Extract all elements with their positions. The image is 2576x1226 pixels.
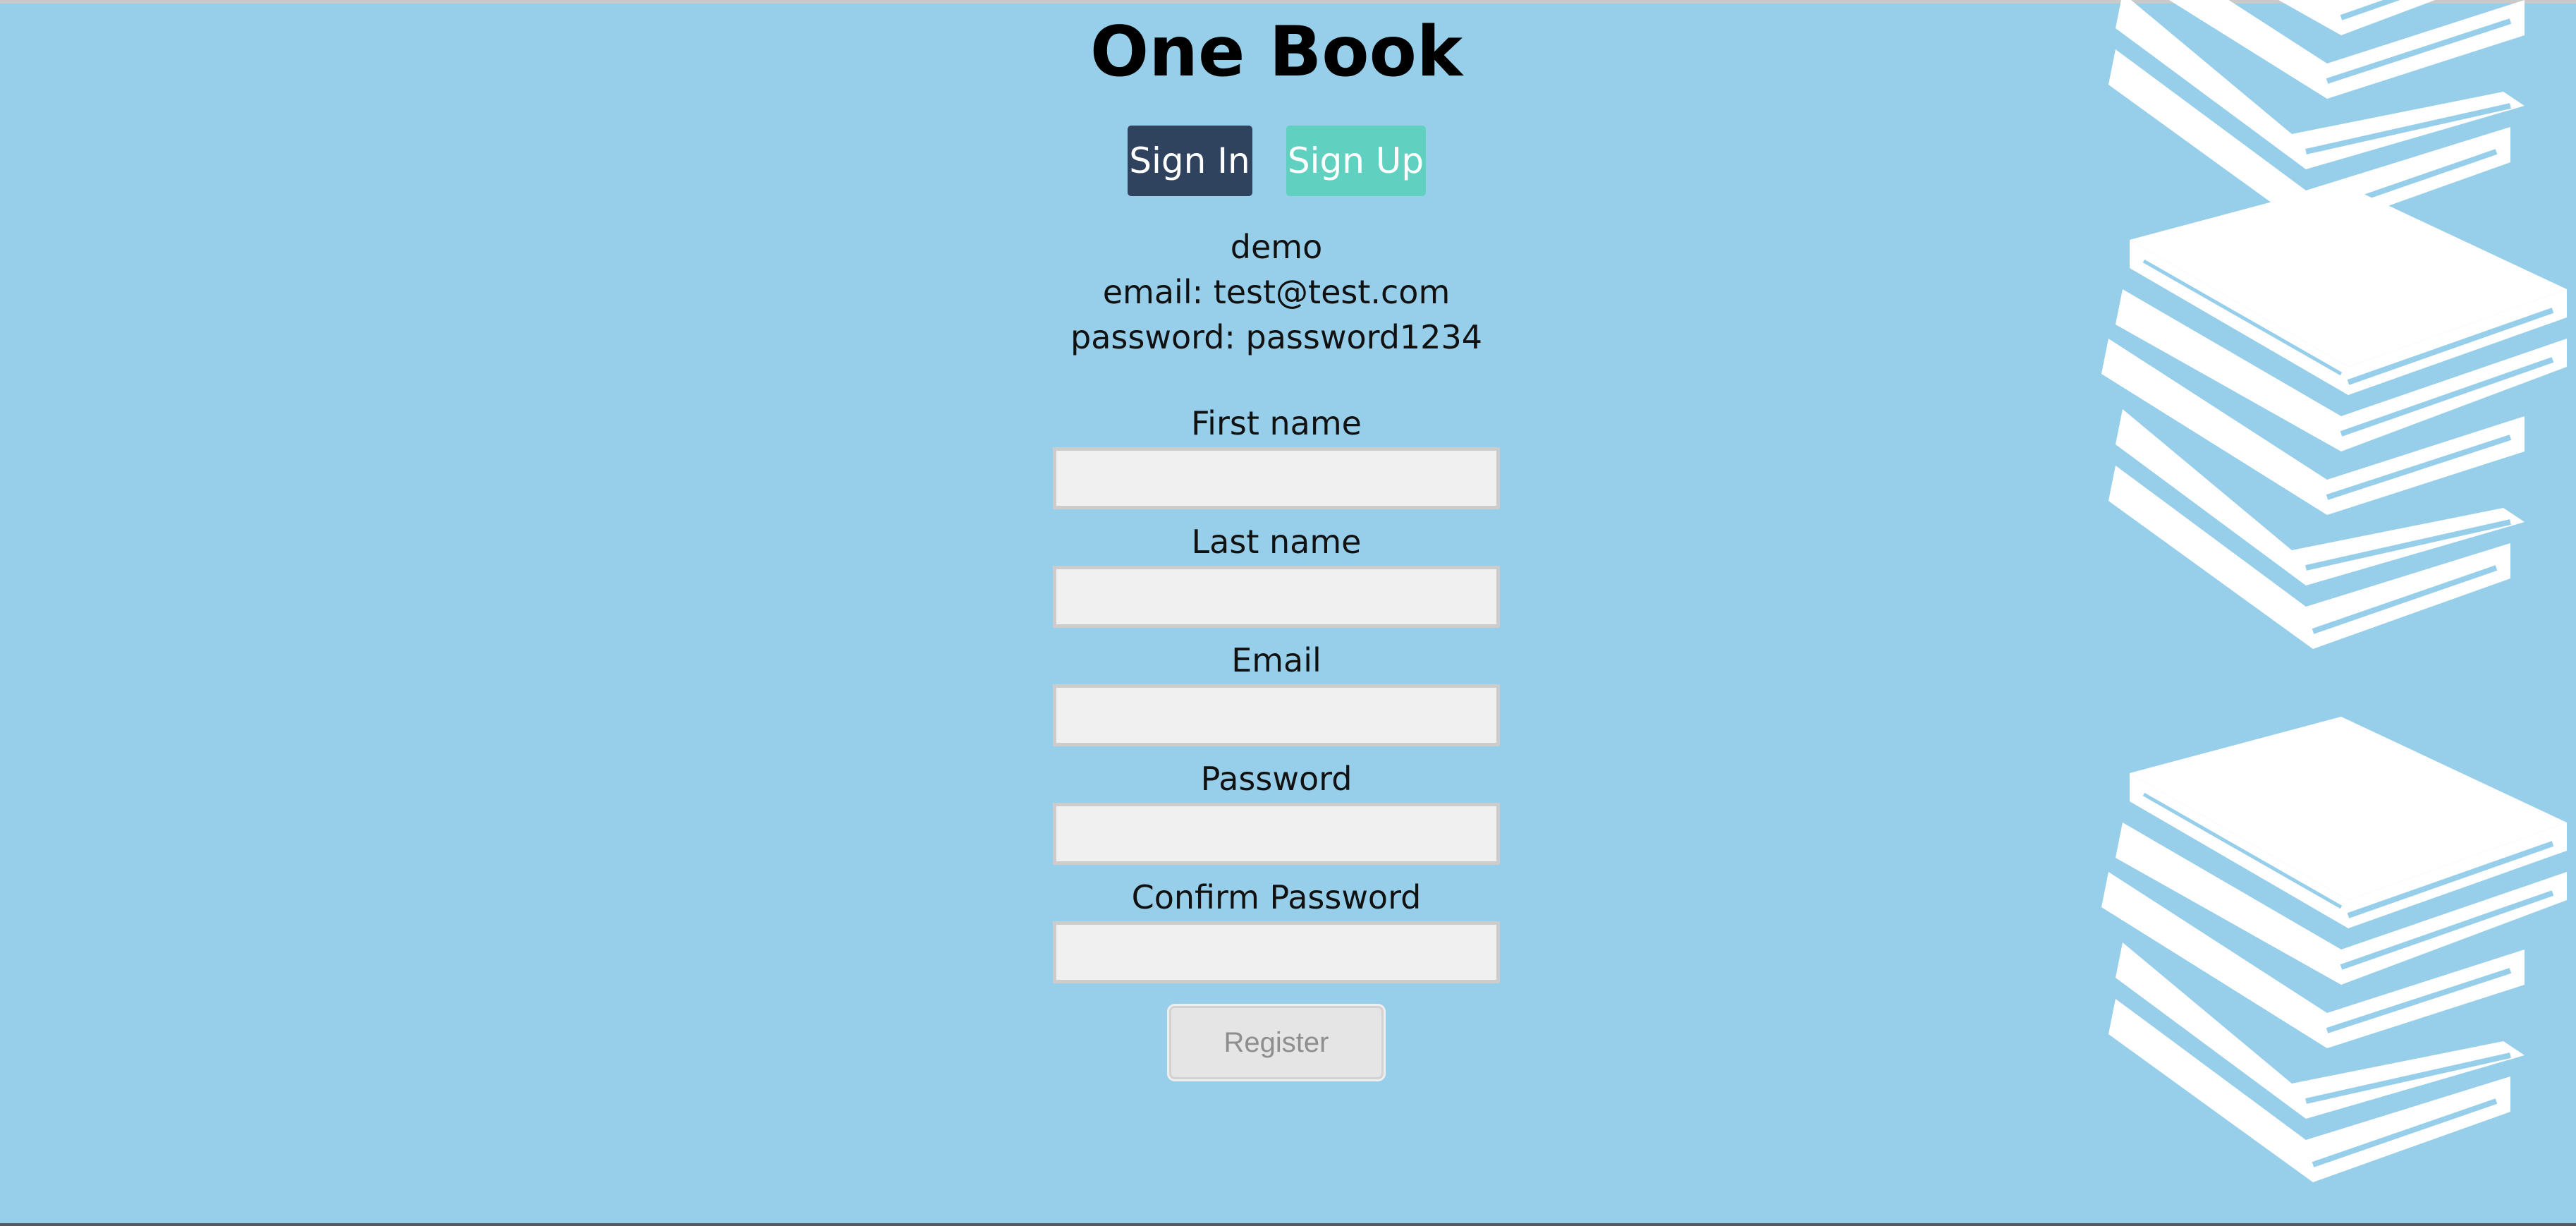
demo-heading: demo — [1230, 228, 1323, 266]
sign-up-button[interactable]: Sign Up — [1286, 126, 1426, 196]
demo-credentials: demo email: test@test.com password: pass… — [917, 224, 1636, 360]
signup-container: One Book Sign In Sign Up demo email: tes… — [917, 0, 1636, 1079]
sign-in-button[interactable]: Sign In — [1127, 126, 1252, 196]
register-button[interactable]: Register — [1169, 1006, 1384, 1079]
first-name-label: First name — [1191, 404, 1362, 442]
first-name-field[interactable] — [1053, 447, 1500, 509]
page: One Book Sign In Sign Up demo email: tes… — [0, 0, 2576, 1226]
demo-password: password: password1234 — [1070, 318, 1482, 356]
book-stack-bottom-icon — [2101, 717, 2567, 1182]
confirm-password-label: Confirm Password — [1131, 878, 1422, 916]
book-stack-middle-icon — [2101, 183, 2567, 649]
last-name-field[interactable] — [1053, 566, 1500, 628]
password-field[interactable] — [1053, 803, 1500, 865]
email-field[interactable] — [1053, 684, 1500, 746]
window-bottom-border — [0, 1223, 2576, 1226]
signup-form: First name Last name Email Password Conf… — [917, 403, 1636, 1079]
last-name-label: Last name — [1191, 523, 1362, 561]
auth-tabs: Sign In Sign Up — [917, 126, 1636, 196]
app-title: One Book — [1089, 12, 1463, 92]
confirm-password-field[interactable] — [1053, 921, 1500, 983]
password-label: Password — [1200, 760, 1353, 798]
demo-email: email: test@test.com — [1102, 273, 1451, 311]
email-label: Email — [1231, 641, 1321, 679]
